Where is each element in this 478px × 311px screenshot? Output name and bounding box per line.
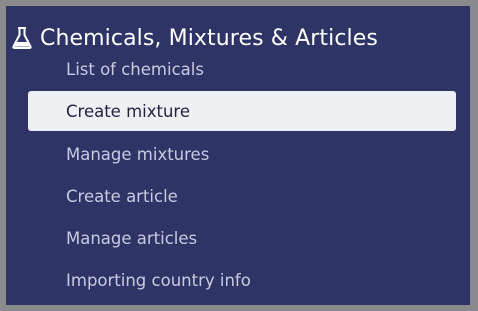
section-title: Chemicals, Mixtures & Articles — [40, 25, 378, 51]
sidebar-panel: Chemicals, Mixtures & Articles List of c… — [6, 6, 470, 305]
menu-item-label: Create article — [66, 186, 178, 206]
flask-icon — [12, 27, 32, 49]
menu-item-manage-mixtures[interactable]: Manage mixtures — [28, 134, 456, 174]
menu-item-list-of-chemicals[interactable]: List of chemicals — [28, 52, 456, 86]
menu-item-importing-country-info[interactable]: Importing country info — [28, 260, 456, 300]
menu-item-label: Manage articles — [66, 228, 198, 248]
sidebar-frame: Chemicals, Mixtures & Articles List of c… — [0, 0, 478, 311]
menu-item-label: Manage mixtures — [66, 144, 210, 164]
menu-item-create-article[interactable]: Create article — [28, 176, 456, 216]
menu-item-label: List of chemicals — [66, 59, 204, 79]
menu-item-label: Importing country info — [66, 270, 251, 290]
menu-item-label: Create mixture — [66, 101, 190, 121]
menu-item-create-mixture[interactable]: Create mixture — [28, 91, 456, 131]
menu-item-manage-articles[interactable]: Manage articles — [28, 218, 456, 258]
